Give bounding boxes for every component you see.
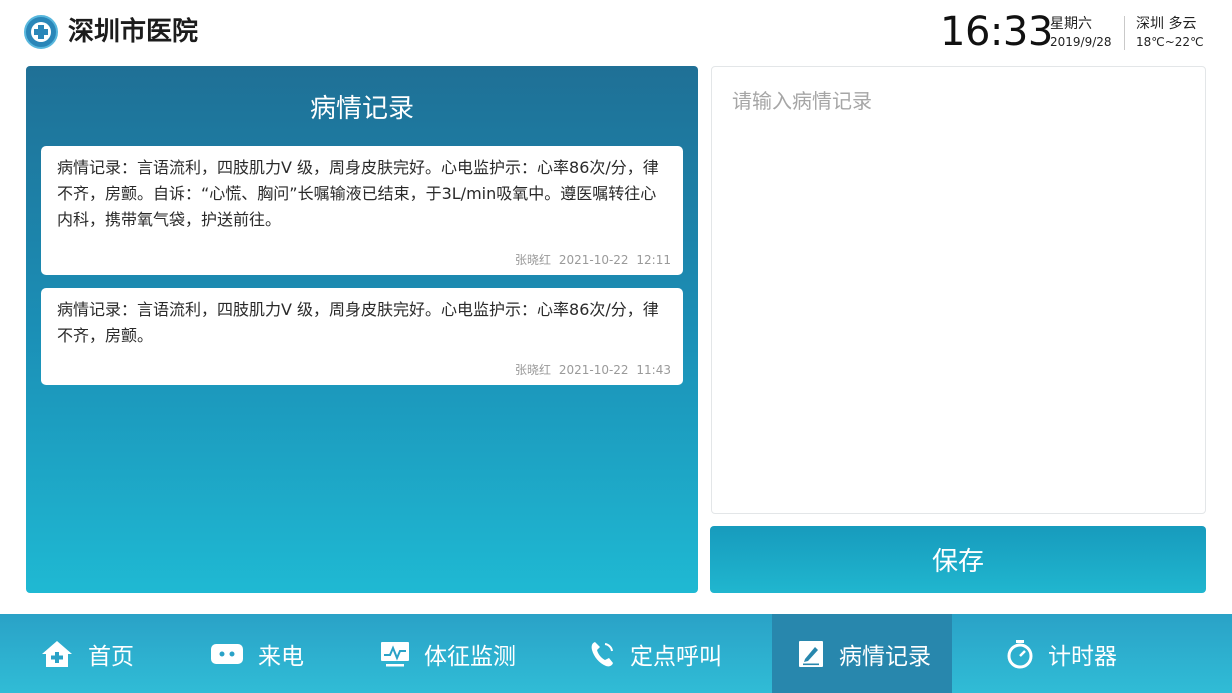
edit-icon bbox=[799, 640, 823, 667]
record-text: 病情记录：言语流利，四肢肌力V 级，周身皮肤完好。心电监护示：心率86次/分，律… bbox=[57, 300, 659, 345]
monitor-icon bbox=[381, 641, 409, 666]
clock-time: 16:33 bbox=[940, 9, 1053, 55]
record-card[interactable]: 病情记录：言语流利，四肢肌力V 级，周身皮肤完好。心电监护示：心率86次/分，律… bbox=[41, 146, 683, 275]
home-icon bbox=[42, 640, 72, 667]
weekday: 星期六 bbox=[1050, 16, 1092, 32]
nav-label: 定点呼叫 bbox=[630, 643, 722, 670]
date: 2019/9/28 bbox=[1050, 35, 1112, 49]
date-block: 星期六 2019/9/28 bbox=[1050, 16, 1112, 50]
nav-item-timer[interactable]: 计时器 bbox=[1006, 614, 1117, 693]
bottom-nav: 首页 来电 体征监测 定点呼叫 病情记录 计时器 bbox=[0, 614, 1232, 693]
record-text: 病情记录：言语流利，四肢肌力V 级，周身皮肤完好。心电监护示：心率86次/分，律… bbox=[57, 158, 659, 229]
record-meta: 张晓红 2021-10-22 11:43 bbox=[515, 362, 671, 378]
nav-label: 首页 bbox=[88, 643, 134, 670]
stopwatch-icon bbox=[1007, 639, 1033, 668]
record-time: 12:11 bbox=[636, 253, 671, 267]
record-input-box bbox=[711, 66, 1206, 514]
record-meta: 张晓红 2021-10-22 12:11 bbox=[515, 252, 671, 268]
record-card[interactable]: 病情记录：言语流利，四肢肌力V 级，周身皮肤完好。心电监护示：心率86次/分，律… bbox=[41, 288, 683, 385]
record-input[interactable] bbox=[712, 67, 1205, 513]
nav-label: 病情记录 bbox=[839, 643, 931, 670]
temperature: 18℃~22℃ bbox=[1136, 35, 1204, 49]
header: 深圳市医院 16:33 星期六 2019/9/28 深圳 多云 18℃~22℃ bbox=[0, 0, 1232, 66]
hospital-logo bbox=[24, 15, 58, 49]
records-panel: 病情记录 病情记录：言语流利，四肢肌力V 级，周身皮肤完好。心电监护示：心率86… bbox=[26, 66, 698, 593]
nav-item-home[interactable]: 首页 bbox=[40, 614, 134, 693]
nav-label: 体征监测 bbox=[424, 643, 516, 670]
save-button[interactable]: 保存 bbox=[710, 526, 1206, 593]
panel-title: 病情记录 bbox=[309, 94, 414, 124]
nav-label: 来电 bbox=[258, 643, 304, 670]
chat-icon bbox=[211, 643, 243, 664]
record-time: 11:43 bbox=[636, 363, 671, 377]
record-author: 张晓红 bbox=[514, 253, 551, 267]
weather-location: 深圳 多云 bbox=[1136, 16, 1197, 32]
weather-block: 深圳 多云 18℃~22℃ bbox=[1136, 16, 1204, 50]
record-author: 张晓红 bbox=[514, 363, 551, 377]
record-date: 2021-10-22 bbox=[558, 363, 629, 377]
nav-item-vitals[interactable]: 体征监测 bbox=[380, 614, 516, 693]
nav-item-calls[interactable]: 来电 bbox=[210, 614, 304, 693]
nav-item-records[interactable]: 病情记录 bbox=[772, 614, 952, 693]
nav-item-call-station[interactable]: 定点呼叫 bbox=[590, 614, 722, 693]
record-date: 2021-10-22 bbox=[558, 253, 629, 267]
hospital-name: 深圳市医院 bbox=[68, 17, 199, 47]
phone-icon bbox=[591, 641, 613, 666]
nav-label: 计时器 bbox=[1048, 643, 1117, 670]
header-divider bbox=[1124, 16, 1125, 50]
